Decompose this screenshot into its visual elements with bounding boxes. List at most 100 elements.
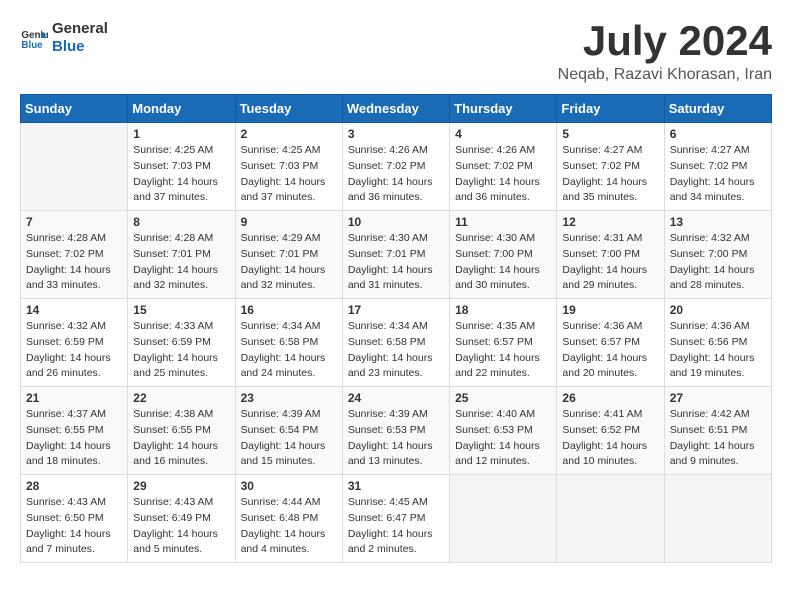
day-number: 28 xyxy=(26,479,122,493)
day-cell: 14 Sunrise: 4:32 AM Sunset: 6:59 PM Dayl… xyxy=(21,299,128,387)
day-cell: 9 Sunrise: 4:29 AM Sunset: 7:01 PM Dayli… xyxy=(235,211,342,299)
day-number: 24 xyxy=(348,391,444,405)
sunrise-text: Sunrise: 4:44 AM xyxy=(241,496,321,508)
day-cell xyxy=(664,475,771,563)
day-cell: 3 Sunrise: 4:26 AM Sunset: 7:02 PM Dayli… xyxy=(342,123,449,211)
daylight-text: Daylight: 14 hours and 28 minutes. xyxy=(670,264,755,292)
day-info: Sunrise: 4:26 AM Sunset: 7:02 PM Dayligh… xyxy=(455,143,551,206)
sunrise-text: Sunrise: 4:30 AM xyxy=(348,232,428,244)
day-info: Sunrise: 4:39 AM Sunset: 6:53 PM Dayligh… xyxy=(348,407,444,470)
daylight-text: Daylight: 14 hours and 4 minutes. xyxy=(241,528,326,556)
sunset-text: Sunset: 6:57 PM xyxy=(562,336,640,348)
day-number: 30 xyxy=(241,479,337,493)
week-row-1: 7 Sunrise: 4:28 AM Sunset: 7:02 PM Dayli… xyxy=(21,211,772,299)
daylight-text: Daylight: 14 hours and 9 minutes. xyxy=(670,440,755,468)
sunset-text: Sunset: 6:55 PM xyxy=(26,424,104,436)
sunrise-text: Sunrise: 4:26 AM xyxy=(348,144,428,156)
sunset-text: Sunset: 6:47 PM xyxy=(348,512,426,524)
sunset-text: Sunset: 7:00 PM xyxy=(455,248,533,260)
sunset-text: Sunset: 7:02 PM xyxy=(670,160,748,172)
daylight-text: Daylight: 14 hours and 12 minutes. xyxy=(455,440,540,468)
sunset-text: Sunset: 7:00 PM xyxy=(670,248,748,260)
sunset-text: Sunset: 6:59 PM xyxy=(26,336,104,348)
daylight-text: Daylight: 14 hours and 25 minutes. xyxy=(133,352,218,380)
daylight-text: Daylight: 14 hours and 36 minutes. xyxy=(348,176,433,204)
day-info: Sunrise: 4:30 AM Sunset: 7:01 PM Dayligh… xyxy=(348,231,444,294)
header-cell-tuesday: Tuesday xyxy=(235,95,342,123)
sunset-text: Sunset: 6:52 PM xyxy=(562,424,640,436)
day-info: Sunrise: 4:40 AM Sunset: 6:53 PM Dayligh… xyxy=(455,407,551,470)
day-info: Sunrise: 4:25 AM Sunset: 7:03 PM Dayligh… xyxy=(133,143,229,206)
day-cell: 31 Sunrise: 4:45 AM Sunset: 6:47 PM Dayl… xyxy=(342,475,449,563)
sunrise-text: Sunrise: 4:32 AM xyxy=(670,232,750,244)
sunset-text: Sunset: 7:02 PM xyxy=(348,160,426,172)
sunrise-text: Sunrise: 4:37 AM xyxy=(26,408,106,420)
day-cell: 8 Sunrise: 4:28 AM Sunset: 7:01 PM Dayli… xyxy=(128,211,235,299)
sunrise-text: Sunrise: 4:29 AM xyxy=(241,232,321,244)
day-number: 4 xyxy=(455,127,551,141)
day-number: 11 xyxy=(455,215,551,229)
daylight-text: Daylight: 14 hours and 16 minutes. xyxy=(133,440,218,468)
day-info: Sunrise: 4:31 AM Sunset: 7:00 PM Dayligh… xyxy=(562,231,658,294)
logo-icon: General Blue xyxy=(20,24,48,52)
day-number: 26 xyxy=(562,391,658,405)
header: General Blue GeneralBlue July 2024 Neqab… xyxy=(20,20,772,84)
sunset-text: Sunset: 6:50 PM xyxy=(26,512,104,524)
day-info: Sunrise: 4:32 AM Sunset: 7:00 PM Dayligh… xyxy=(670,231,766,294)
sunrise-text: Sunrise: 4:43 AM xyxy=(133,496,213,508)
day-cell xyxy=(450,475,557,563)
sunrise-text: Sunrise: 4:25 AM xyxy=(241,144,321,156)
sunset-text: Sunset: 7:02 PM xyxy=(26,248,104,260)
day-cell: 15 Sunrise: 4:33 AM Sunset: 6:59 PM Dayl… xyxy=(128,299,235,387)
sunrise-text: Sunrise: 4:41 AM xyxy=(562,408,642,420)
sunrise-text: Sunrise: 4:36 AM xyxy=(562,320,642,332)
day-number: 6 xyxy=(670,127,766,141)
sunset-text: Sunset: 6:55 PM xyxy=(133,424,211,436)
day-cell xyxy=(21,123,128,211)
day-cell: 20 Sunrise: 4:36 AM Sunset: 6:56 PM Dayl… xyxy=(664,299,771,387)
sunrise-text: Sunrise: 4:25 AM xyxy=(133,144,213,156)
day-cell: 25 Sunrise: 4:40 AM Sunset: 6:53 PM Dayl… xyxy=(450,387,557,475)
day-info: Sunrise: 4:34 AM Sunset: 6:58 PM Dayligh… xyxy=(241,319,337,382)
day-number: 15 xyxy=(133,303,229,317)
day-info: Sunrise: 4:27 AM Sunset: 7:02 PM Dayligh… xyxy=(562,143,658,206)
sunrise-text: Sunrise: 4:39 AM xyxy=(241,408,321,420)
day-number: 21 xyxy=(26,391,122,405)
daylight-text: Daylight: 14 hours and 2 minutes. xyxy=(348,528,433,556)
day-info: Sunrise: 4:45 AM Sunset: 6:47 PM Dayligh… xyxy=(348,495,444,558)
day-cell: 24 Sunrise: 4:39 AM Sunset: 6:53 PM Dayl… xyxy=(342,387,449,475)
daylight-text: Daylight: 14 hours and 33 minutes. xyxy=(26,264,111,292)
day-info: Sunrise: 4:35 AM Sunset: 6:57 PM Dayligh… xyxy=(455,319,551,382)
day-info: Sunrise: 4:34 AM Sunset: 6:58 PM Dayligh… xyxy=(348,319,444,382)
sunrise-text: Sunrise: 4:27 AM xyxy=(670,144,750,156)
day-number: 7 xyxy=(26,215,122,229)
day-info: Sunrise: 4:43 AM Sunset: 6:49 PM Dayligh… xyxy=(133,495,229,558)
day-info: Sunrise: 4:43 AM Sunset: 6:50 PM Dayligh… xyxy=(26,495,122,558)
week-row-3: 21 Sunrise: 4:37 AM Sunset: 6:55 PM Dayl… xyxy=(21,387,772,475)
day-info: Sunrise: 4:38 AM Sunset: 6:55 PM Dayligh… xyxy=(133,407,229,470)
day-info: Sunrise: 4:42 AM Sunset: 6:51 PM Dayligh… xyxy=(670,407,766,470)
day-cell: 7 Sunrise: 4:28 AM Sunset: 7:02 PM Dayli… xyxy=(21,211,128,299)
title-section: July 2024 Neqab, Razavi Khorasan, Iran xyxy=(558,20,772,84)
sunrise-text: Sunrise: 4:34 AM xyxy=(241,320,321,332)
sunset-text: Sunset: 7:03 PM xyxy=(241,160,319,172)
sunset-text: Sunset: 7:02 PM xyxy=(562,160,640,172)
daylight-text: Daylight: 14 hours and 15 minutes. xyxy=(241,440,326,468)
sunset-text: Sunset: 6:51 PM xyxy=(670,424,748,436)
daylight-text: Daylight: 14 hours and 10 minutes. xyxy=(562,440,647,468)
logo-text: GeneralBlue xyxy=(52,20,108,56)
day-number: 2 xyxy=(241,127,337,141)
day-cell: 22 Sunrise: 4:38 AM Sunset: 6:55 PM Dayl… xyxy=(128,387,235,475)
daylight-text: Daylight: 14 hours and 18 minutes. xyxy=(26,440,111,468)
sunrise-text: Sunrise: 4:45 AM xyxy=(348,496,428,508)
day-cell: 27 Sunrise: 4:42 AM Sunset: 6:51 PM Dayl… xyxy=(664,387,771,475)
sunset-text: Sunset: 7:03 PM xyxy=(133,160,211,172)
day-info: Sunrise: 4:27 AM Sunset: 7:02 PM Dayligh… xyxy=(670,143,766,206)
day-number: 17 xyxy=(348,303,444,317)
daylight-text: Daylight: 14 hours and 22 minutes. xyxy=(455,352,540,380)
daylight-text: Daylight: 14 hours and 37 minutes. xyxy=(133,176,218,204)
svg-text:Blue: Blue xyxy=(21,40,43,51)
day-number: 27 xyxy=(670,391,766,405)
sunrise-text: Sunrise: 4:43 AM xyxy=(26,496,106,508)
daylight-text: Daylight: 14 hours and 23 minutes. xyxy=(348,352,433,380)
